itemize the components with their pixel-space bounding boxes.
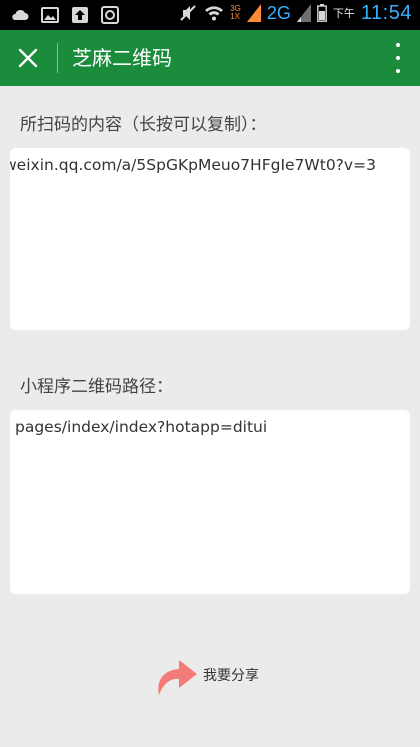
title-bar: 芝麻二维码 — [0, 30, 420, 86]
close-icon — [18, 48, 38, 68]
wifi-icon — [205, 6, 224, 21]
upload-icon — [72, 7, 88, 23]
miniprogram-path-box[interactable]: pages/index/index?hotapp=ditui — [10, 410, 410, 594]
gallery-icon — [41, 7, 59, 23]
more-dot-icon — [396, 43, 400, 47]
network-badge-bottom: 1X — [230, 12, 241, 21]
title-divider — [57, 43, 58, 73]
mute-icon — [180, 5, 196, 21]
signal-2-icon — [296, 4, 311, 22]
miniprogram-path-label: 小程序二维码路径： — [20, 377, 173, 397]
cloud-icon — [12, 9, 29, 20]
share-label: 我要分享 — [203, 668, 259, 684]
miniprogram-path-text[interactable]: pages/index/index?hotapp=ditui — [15, 415, 267, 439]
battery-icon — [317, 4, 327, 22]
network-type: 2G — [266, 3, 291, 23]
status-bar-notifications — [10, 5, 120, 25]
scanned-content-label: 所扫码的内容（长按可以复制）： — [20, 115, 267, 135]
status-bar: 3G 1X 2G 下午 11:54 — [0, 0, 420, 30]
share-button[interactable]: 我要分享 — [153, 655, 259, 697]
more-dot-icon — [396, 69, 400, 73]
close-button[interactable] — [12, 42, 44, 74]
more-dot-icon — [396, 56, 400, 60]
status-bar-system: 3G 1X 2G 下午 11:54 — [178, 3, 412, 23]
network-badge: 3G 1X — [230, 5, 241, 21]
screenshot-icon — [101, 6, 119, 24]
scanned-content-box[interactable]: weixin.qq.com/a/5SpGKpMeuo7HFgIe7Wt0?v=3 — [10, 148, 410, 330]
signal-1-icon — [246, 4, 261, 22]
more-menu-button[interactable] — [390, 43, 406, 73]
scanned-content-text[interactable]: weixin.qq.com/a/5SpGKpMeuo7HFgIe7Wt0?v=3 — [10, 153, 376, 177]
clock: 11:54 — [360, 2, 412, 24]
share-arrow-icon — [158, 660, 197, 695]
page-title: 芝麻二维码 — [72, 46, 172, 70]
ampm-label: 下午 — [332, 7, 355, 20]
